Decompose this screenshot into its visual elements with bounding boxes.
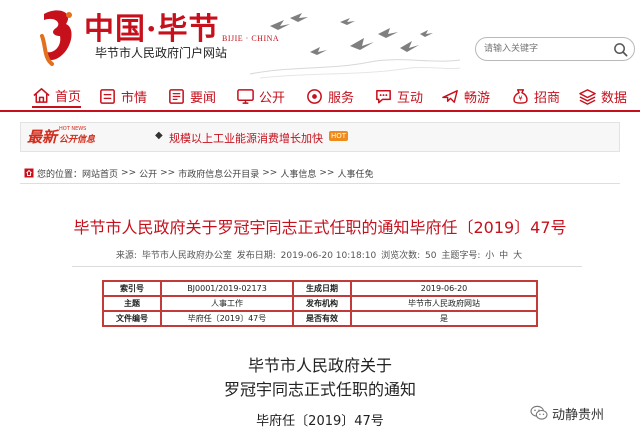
table-cell: 是 — [350, 310, 538, 327]
table-cell: 发布机构 — [292, 295, 352, 312]
nav-service-label: 服务 — [328, 90, 355, 106]
font-size-large[interactable]: 大 — [513, 251, 522, 261]
nav-public[interactable]: 公开 — [236, 84, 285, 108]
monitor-icon — [237, 88, 254, 104]
location-icon — [24, 168, 34, 178]
table-cell: BJ0001/2019-02173 — [160, 280, 294, 297]
meta-font-label: 主题字号: — [441, 251, 481, 261]
chat-icon — [376, 89, 391, 103]
cranes-decoration — [250, 13, 460, 79]
breadcrumb-separator: >> — [121, 168, 137, 178]
breadcrumb-divider — [20, 183, 620, 184]
watermark: 动静贵州 — [530, 403, 604, 423]
nav-news[interactable]: 要闻 — [167, 84, 216, 108]
font-size-medium[interactable]: 中 — [499, 251, 508, 261]
search-box — [475, 37, 635, 61]
breadcrumb-catalog[interactable]: 市政府信息公开目录 — [178, 167, 259, 180]
hot-badge: HOT — [329, 131, 349, 141]
meta-date-label: 发布日期: — [236, 251, 276, 261]
article-meta: 来源: 毕节市人民政府办公室 发布日期: 2019-06-20 10:18:10… — [20, 248, 620, 261]
document-heading-line1: 毕节市人民政府关于 — [247, 356, 392, 375]
bijie-logo-mark-icon[interactable] — [36, 6, 80, 68]
breadcrumb-personnel-info[interactable]: 人事信息 — [280, 167, 316, 180]
font-size-small[interactable]: 小 — [485, 251, 494, 261]
table-cell: 人事工作 — [160, 295, 294, 312]
page-root: 中国·毕节 BIJIE · CHINA 毕节市人民政府门户网站 请输入关键字 首… — [0, 0, 640, 440]
nav-investment-label: 招商 — [534, 90, 561, 106]
document-info-table: 索引号 BJ0001/2019-02173 生成日期 2019-06-20 主题… — [102, 280, 538, 327]
plane-icon — [442, 89, 458, 103]
nav-public-label: 公开 — [259, 90, 286, 106]
nav-interact-label: 互动 — [397, 90, 424, 106]
nav-news-label: 要闻 — [190, 90, 217, 106]
breadcrumb-home[interactable]: 网站首页 — [82, 167, 118, 180]
city-icon — [100, 88, 115, 104]
svg-text:¥: ¥ — [518, 94, 522, 102]
nav-service[interactable]: 服务 — [305, 84, 354, 108]
table-row: 主题 人事工作 发布机构 毕节市人民政府网站 — [102, 295, 538, 312]
nav-investment[interactable]: ¥ 招商 — [511, 84, 560, 108]
nav-city-label: 市情 — [121, 90, 148, 106]
wechat-icon — [530, 405, 548, 420]
breadcrumb: 您的位置： 网站首页 >> 公开 >> 市政府信息公开目录 >> 人事信息 >>… — [24, 165, 624, 181]
service-icon — [307, 88, 322, 104]
breadcrumb-prefix: 您的位置： — [37, 169, 83, 180]
layers-icon — [579, 88, 596, 105]
breadcrumb-separator: >> — [262, 168, 278, 178]
breadcrumb-appointments[interactable]: 人事任免 — [337, 167, 373, 180]
table-row: 文件编号 毕府任〔2019〕47号 是否有效 是 — [102, 310, 538, 327]
breadcrumb-separator: >> — [319, 168, 335, 178]
table-cell: 是否有效 — [292, 310, 352, 327]
site-header: 中国·毕节 BIJIE · CHINA 毕节市人民政府门户网站 — [0, 0, 640, 80]
table-cell: 文件编号 — [102, 310, 162, 327]
meta-divider — [72, 266, 582, 267]
nav-travel[interactable]: 畅游 — [441, 84, 490, 108]
meta-views: 50 — [425, 251, 437, 261]
table-cell: 2019-06-20 — [350, 280, 538, 297]
news-icon — [169, 88, 184, 104]
nav-data[interactable]: 数据 — [578, 84, 627, 108]
table-cell: 索引号 — [102, 280, 162, 297]
table-cell: 生成日期 — [292, 280, 352, 297]
site-logo-title[interactable]: 中国·毕节 — [84, 4, 219, 48]
meta-source: 毕节市人民政府办公室 — [141, 251, 232, 261]
search-icon[interactable] — [613, 42, 628, 57]
breadcrumb-public[interactable]: 公开 — [139, 167, 157, 180]
meta-date: 2019-06-20 10:18:10 — [280, 251, 377, 261]
table-cell: 毕节市人民政府网站 — [350, 295, 538, 312]
nav-home[interactable]: 首页 — [32, 84, 82, 108]
nav-data-label: 数据 — [601, 90, 628, 106]
nav-travel-label: 畅游 — [464, 90, 491, 106]
ticker-headline-link[interactable]: 规模以上工业能源消费增长加快 — [169, 130, 323, 146]
article-title: 毕节市人民政府关于罗冠宇同志正式任职的通知毕府任〔2019〕47号 — [73, 218, 567, 237]
news-ticker: 最新 HOT NEWS 公开信息 ◆ 规模以上工业能源消费增长加快 HOT — [20, 122, 620, 152]
money-bag-icon: ¥ — [513, 88, 528, 104]
table-cell: 主题 — [102, 295, 162, 312]
watermark-text: 动静贵州 — [552, 407, 605, 423]
site-subtitle: 毕节市人民政府门户网站 — [95, 46, 228, 60]
table-row: 索引号 BJ0001/2019-02173 生成日期 2019-06-20 — [102, 280, 538, 297]
ticker-logo-small: 公开信息 — [59, 135, 96, 145]
home-icon — [33, 87, 50, 103]
table-cell: 毕府任〔2019〕47号 — [160, 310, 294, 327]
nav-city[interactable]: 市情 — [98, 84, 147, 108]
document-heading-line2: 罗冠宇同志正式任职的通知 — [223, 380, 416, 399]
meta-source-label: 来源: — [115, 251, 137, 261]
breadcrumb-separator: >> — [160, 168, 176, 178]
ticker-logo-big: 最新 — [27, 128, 58, 146]
main-nav: 首页 市情 要闻 公开 服务 互动 畅游 ¥ 招商 数据 — [0, 80, 640, 112]
nav-interact[interactable]: 互动 — [374, 84, 423, 108]
nav-home-label: 首页 — [55, 89, 82, 105]
latest-news-logo: 最新 HOT NEWS 公开信息 — [27, 126, 127, 148]
meta-views-label: 浏览次数: — [381, 251, 421, 261]
search-input[interactable] — [484, 41, 604, 57]
ticker-bullet-icon: ◆ — [155, 130, 163, 141]
